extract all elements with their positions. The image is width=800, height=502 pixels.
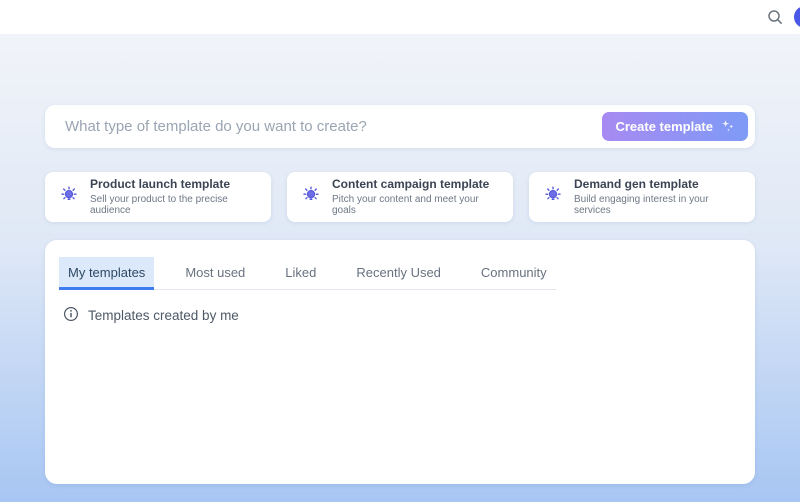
page-background: Create template xyxy=(0,34,800,502)
tab-recently-used[interactable]: Recently Used xyxy=(347,257,450,289)
card-subtitle: Build engaging interest in your services xyxy=(574,194,741,216)
lightbulb-icon xyxy=(543,185,563,210)
search-button[interactable] xyxy=(767,9,783,25)
topbar xyxy=(0,0,800,34)
template-prompt-input[interactable] xyxy=(63,117,602,136)
tab-most-used[interactable]: Most used xyxy=(176,257,254,289)
card-subtitle: Pitch your content and meet your goals xyxy=(332,194,499,216)
card-demand-gen-template[interactable]: Demand gen template Build engaging inter… xyxy=(529,172,755,222)
templates-tab-bar: My templates Most used Liked Recently Us… xyxy=(59,257,556,290)
empty-state-message: Templates created by me xyxy=(88,308,239,323)
card-product-launch-template[interactable]: Product launch template Sell your produc… xyxy=(45,172,271,222)
template-prompt-card: Create template xyxy=(45,105,755,148)
create-template-label: Create template xyxy=(615,119,713,134)
suggestion-cards-row: Product launch template Sell your produc… xyxy=(45,172,755,222)
lightbulb-icon xyxy=(59,185,79,210)
empty-state-row: Templates created by me xyxy=(63,306,741,325)
sparkles-icon xyxy=(720,118,735,136)
card-title: Product launch template xyxy=(90,178,257,191)
card-content-campaign-template[interactable]: Content campaign template Pitch your con… xyxy=(287,172,513,222)
tab-community[interactable]: Community xyxy=(472,257,556,289)
avatar[interactable] xyxy=(794,6,800,28)
tab-liked[interactable]: Liked xyxy=(276,257,325,289)
search-icon xyxy=(767,13,783,28)
card-subtitle: Sell your product to the precise audienc… xyxy=(90,194,257,216)
lightbulb-icon xyxy=(301,185,321,210)
create-template-button[interactable]: Create template xyxy=(602,112,748,141)
card-title: Demand gen template xyxy=(574,178,741,191)
card-title: Content campaign template xyxy=(332,178,499,191)
info-icon xyxy=(63,306,79,325)
tab-my-templates[interactable]: My templates xyxy=(59,257,154,289)
templates-panel: My templates Most used Liked Recently Us… xyxy=(45,240,755,484)
